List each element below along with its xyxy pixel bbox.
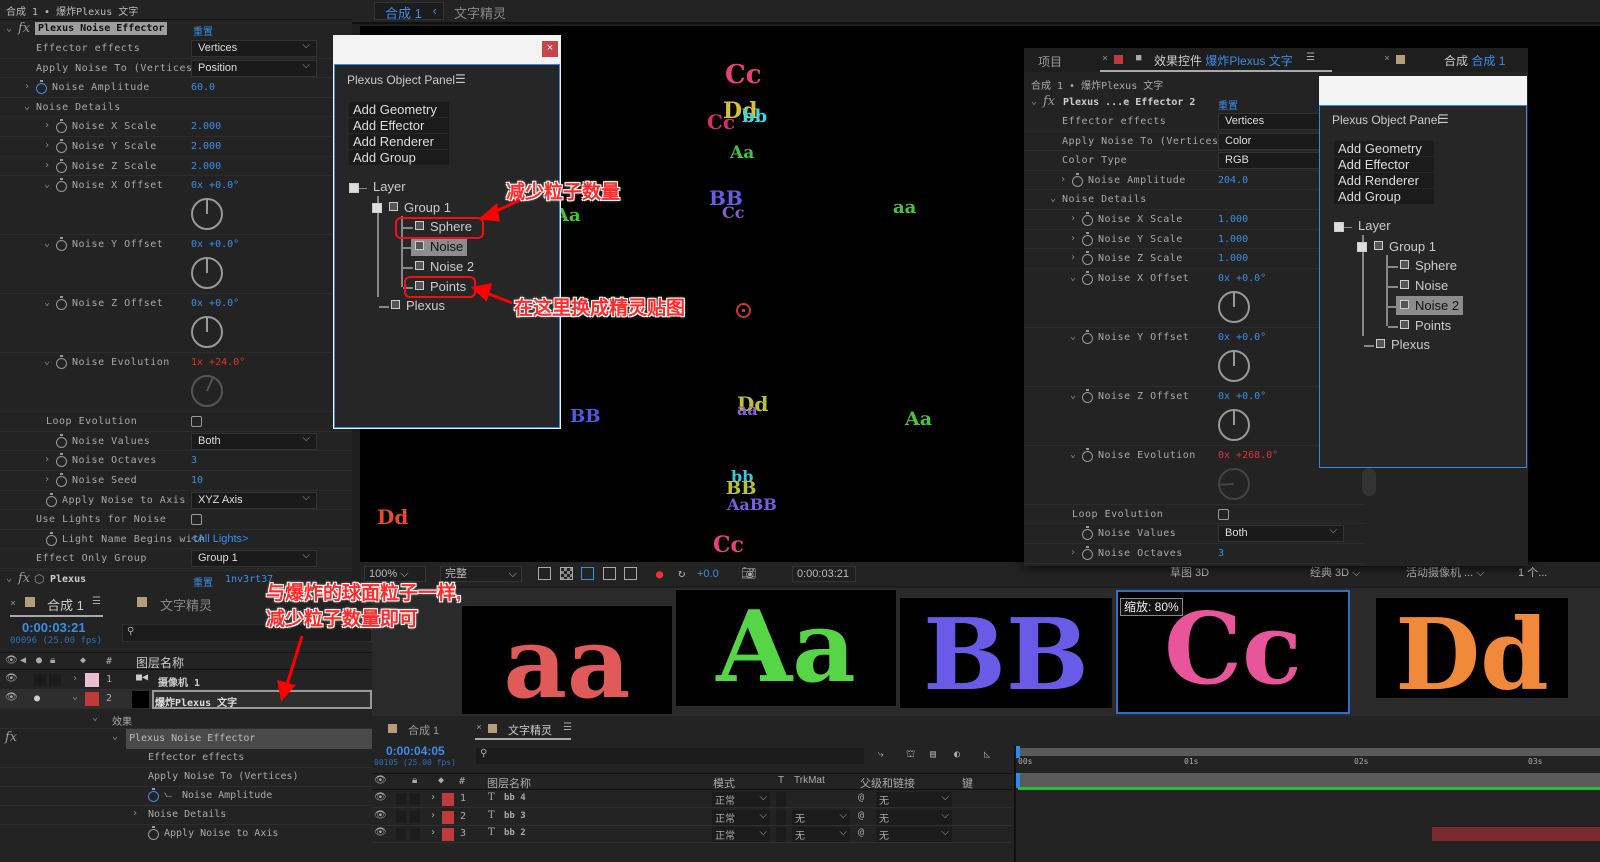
annotation-arrows [277,198,521,702]
arrow-head [277,679,296,702]
arrow-head [470,283,493,302]
arrow-head [478,203,500,222]
arrow-to-layer [284,635,304,689]
